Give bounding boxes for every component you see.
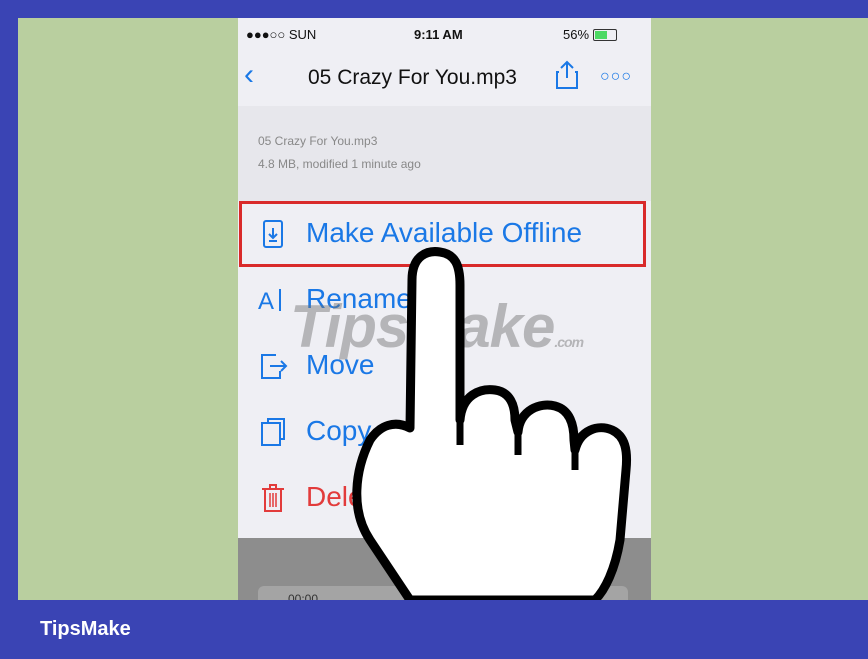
file-info: 05 Crazy For You.mp3 4.8 MB, modified 1 … [238,106,651,201]
nav-bar: ‹ 05 Crazy For You.mp3 ○○○ [238,54,651,104]
file-meta: 4.8 MB, modified 1 minute ago [258,157,421,171]
back-chevron-icon[interactable]: ‹ [244,60,254,90]
battery-icon [593,28,618,41]
trash-icon [262,484,284,512]
brand-label: TipsMake [40,618,131,640]
battery-percent: 56% [563,27,590,42]
clock: 9:11 AM [414,27,463,42]
page-title: 05 Crazy For You.mp3 [308,66,517,89]
more-options-icon[interactable]: ○○○ [600,68,632,86]
file-name: 05 Crazy For You.mp3 [258,134,378,148]
highlight-box [239,201,646,267]
svg-text:A: A [258,288,274,315]
menu-item-delete[interactable]: Delete [238,465,651,531]
menu-item-label: Copy [306,415,372,446]
share-icon[interactable] [554,60,580,90]
player-time: 00:00 [288,592,319,600]
watermark: TipsMake.com [290,293,584,360]
menu-item-copy[interactable]: Copy [238,399,651,465]
footer-bar: TipsMake [0,600,868,659]
move-icon [261,354,288,379]
carrier-label: ●●●○○ SUN [246,27,317,42]
battery-indicator: 56% [563,27,618,42]
menu-item-label: Delete [306,481,387,512]
status-bar: ●●●○○ SUN 9:11 AM 56% [238,18,651,54]
copy-icon [261,418,285,446]
rename-icon: A [258,288,281,315]
audio-player: 00:00 [238,538,651,600]
